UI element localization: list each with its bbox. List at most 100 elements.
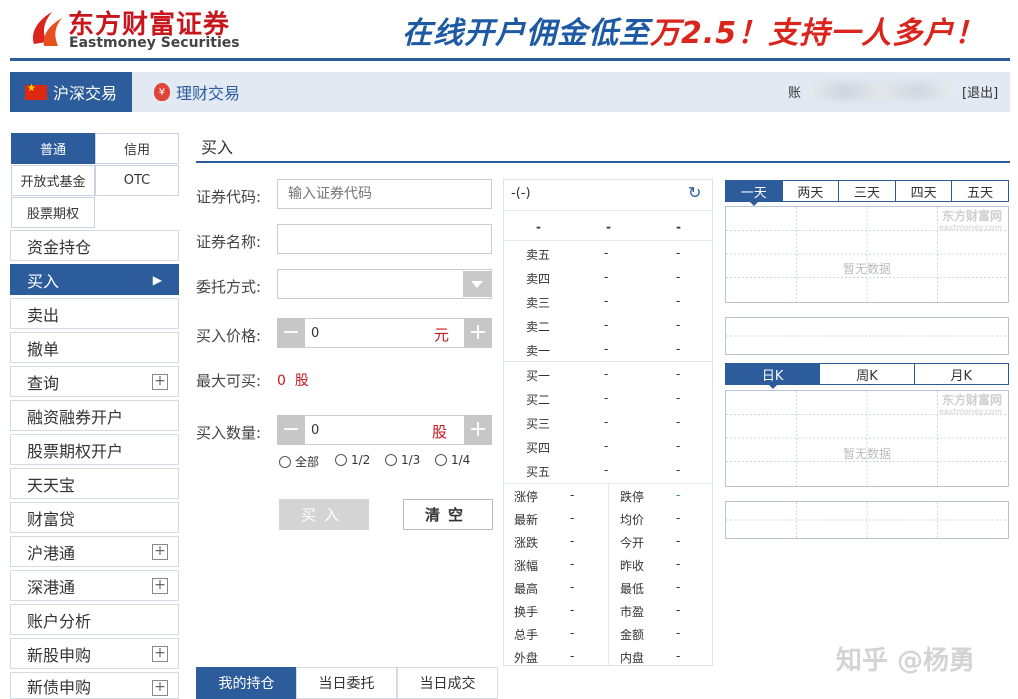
tab-two-days[interactable]: 两天 [781,181,839,201]
order-method-select[interactable] [277,269,492,299]
orderbook-vol: - [676,270,681,284]
stat-label: 昨收 [620,559,645,573]
orderbook-price: - [604,367,609,381]
stat-value: - [676,534,681,548]
stat-value: - [570,511,575,525]
eastmoney-logo-icon [32,12,62,46]
tab-stock-option[interactable]: 股票期权 [11,197,95,228]
refresh-icon[interactable]: ↻ [688,183,701,202]
tab-otc[interactable]: OTC [95,165,179,196]
logout-link[interactable]: [退出] [962,82,998,101]
stat-label: 外盘 [514,651,539,665]
stat-label: 内盘 [620,651,645,665]
buy-level-row: 买二 - - [504,386,712,410]
watermark-logo: 东方财富网 eastmoney.com [939,394,1002,417]
tab-weekly-k[interactable]: 周K [819,364,914,384]
menu-label: 卖出 [27,305,60,325]
stat-value: - [676,580,681,594]
stat-label: 市盈 [620,605,645,619]
stat-row: 外盘 - 内盘 - [504,644,712,668]
ratio-label: 1/2 [351,453,371,467]
tab-monthly-k[interactable]: 月K [913,364,1008,384]
price-plus-button[interactable]: + [464,318,492,348]
orderbook-price: - [604,463,609,477]
menu-item-query[interactable]: 查询 + [10,366,179,397]
account-redacted [806,82,956,100]
price-unit: 元 [434,326,450,344]
intraday-chart: 东方财富网 eastmoney.com 暂无数据 [725,206,1009,303]
menu-item-funds-position[interactable]: 资金持仓 [10,230,179,261]
buy-level-row: 买四 - - [504,434,712,458]
name-label: 证券名称: [196,233,262,251]
menu-label: 买入 [27,271,60,291]
no-data-text: 暂无数据 [842,262,891,276]
orderbook-price: - [604,391,609,405]
menu-item-buy[interactable]: 买入 ▶ [10,264,179,295]
menu-item-hk-sz-connect[interactable]: 深港通 + [10,570,179,601]
title-divider [196,161,1010,163]
dropdown-arrow-icon[interactable] [463,271,491,297]
menu-item-tiantianbao[interactable]: 天天宝 [10,468,179,499]
ad-slogan[interactable]: 在线开户佣金低至万2.5！支持一人多户！ [402,8,985,52]
menu-item-margin-open[interactable]: 融资融券开户 [10,400,179,431]
stat-label: 均价 [620,513,645,527]
menu-label: 沪港通 [27,543,76,563]
menu-item-ipo-subscribe[interactable]: 新股申购 + [10,638,179,669]
tab-three-days[interactable]: 三天 [838,181,895,201]
buy-level-row: 买三 - - [504,410,712,434]
tab-one-day[interactable]: 一天 [726,181,782,206]
no-data-text: 暂无数据 [842,447,891,461]
clear-button[interactable]: 清空 [403,499,493,530]
quantity-minus-button[interactable]: − [277,415,305,445]
menu-label: 融资融券开户 [27,407,124,427]
tab-daily-k[interactable]: 日K [726,364,820,389]
stat-value: - [676,626,681,640]
menu-item-hk-sh-connect[interactable]: 沪港通 + [10,536,179,567]
orderbook-vol: - [676,391,681,405]
ratio-quarter-radio[interactable]: 1/4 [435,453,470,467]
tab-five-days[interactable]: 五天 [951,181,1008,201]
ratio-all-radio[interactable]: 全部 [279,453,319,470]
menu-item-wealth-loan[interactable]: 财富贷 [10,502,179,533]
menu-item-sell[interactable]: 卖出 [10,298,179,329]
menu-item-bond-subscribe[interactable]: 新债申购 + [10,672,179,699]
quantity-plus-button[interactable]: + [464,415,492,445]
header-cell: - [536,220,541,234]
ratio-half-radio[interactable]: 1/2 [335,453,370,467]
stat-label: 最低 [620,582,645,596]
menu-item-option-open[interactable]: 股票期权开户 [10,434,179,465]
price-minus-button[interactable]: − [277,318,305,348]
quantity-unit: 股 [432,423,448,441]
tab-normal[interactable]: 普通 [11,133,95,164]
expand-icon[interactable]: + [152,374,168,390]
tab-shenzhen-shanghai-trade[interactable]: 沪深交易 [10,72,132,112]
orderbook-label: 卖二 [526,320,551,334]
buy-button[interactable]: 买入 [279,499,369,530]
ratio-third-radio[interactable]: 1/3 [385,453,420,467]
intraday-range-tabs: 一天 两天 三天 四天 五天 [725,180,1009,206]
menu-item-cancel[interactable]: 撤单 [10,332,179,363]
expand-icon[interactable]: + [152,544,168,560]
tab-credit[interactable]: 信用 [95,133,179,164]
menu-item-account-analysis[interactable]: 账户分析 [10,604,179,635]
kline-volume-chart [725,501,1009,539]
tab-today-orders[interactable]: 当日委托 [296,667,397,699]
tab-open-fund[interactable]: 开放式基金 [11,165,95,196]
stock-code-input[interactable] [277,179,492,209]
stat-row: 总手 - 金额 - [504,621,712,645]
header-cell: - [606,220,611,234]
orderbook-label: 卖一 [526,344,551,358]
watermark-sub: eastmoney.com [938,223,1002,232]
stat-value: - [676,649,681,663]
expand-icon[interactable]: + [152,680,168,696]
kline-chart: 东方财富网 eastmoney.com 暂无数据 [725,390,1009,487]
expand-icon[interactable]: + [152,646,168,662]
orderbook-vol: - [676,246,681,260]
tab-my-positions[interactable]: 我的持仓 [196,667,297,699]
tab-wealth-trade[interactable]: ¥ 理财交易 [132,72,262,112]
max-buy-number: 0 [277,373,286,389]
tab-today-deals[interactable]: 当日成交 [397,667,498,699]
expand-icon[interactable]: + [152,578,168,594]
tab-four-days[interactable]: 四天 [894,181,952,201]
orderbook-price: - [604,270,609,284]
